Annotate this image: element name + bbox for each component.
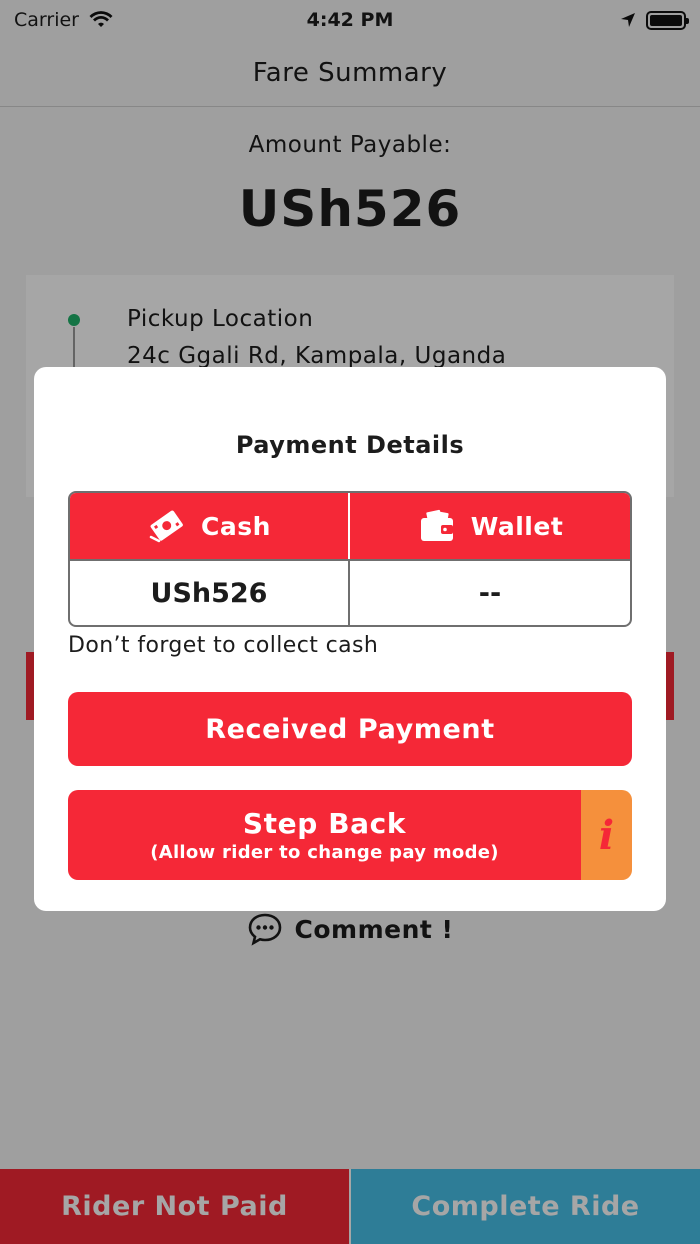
info-button[interactable]: i (581, 790, 632, 880)
wallet-icon (420, 509, 453, 541)
step-back-group: Step Back (Allow rider to change pay mod… (68, 790, 632, 880)
wallet-amount: -- (350, 559, 630, 625)
wallet-header-label: Wallet (470, 511, 564, 541)
cash-amount: USh526 (70, 559, 350, 625)
step-back-title: Step Back (242, 807, 407, 840)
cash-icon (149, 510, 183, 543)
step-back-subtitle: (Allow rider to change pay mode) (150, 842, 499, 863)
cash-header-label: Cash (201, 511, 271, 541)
payment-details-modal: Payment Details Cash Wallet USh526 -- Do… (34, 367, 666, 911)
wallet-header: Wallet (350, 493, 630, 559)
payment-table: Cash Wallet USh526 -- (68, 491, 632, 627)
step-back-button[interactable]: Step Back (Allow rider to change pay mod… (68, 790, 581, 880)
received-payment-button[interactable]: Received Payment (68, 692, 632, 766)
modal-title: Payment Details (235, 431, 465, 459)
collect-cash-note: Don’t forget to collect cash (68, 633, 379, 658)
cash-header: Cash (70, 493, 350, 559)
info-icon: i (598, 811, 615, 859)
